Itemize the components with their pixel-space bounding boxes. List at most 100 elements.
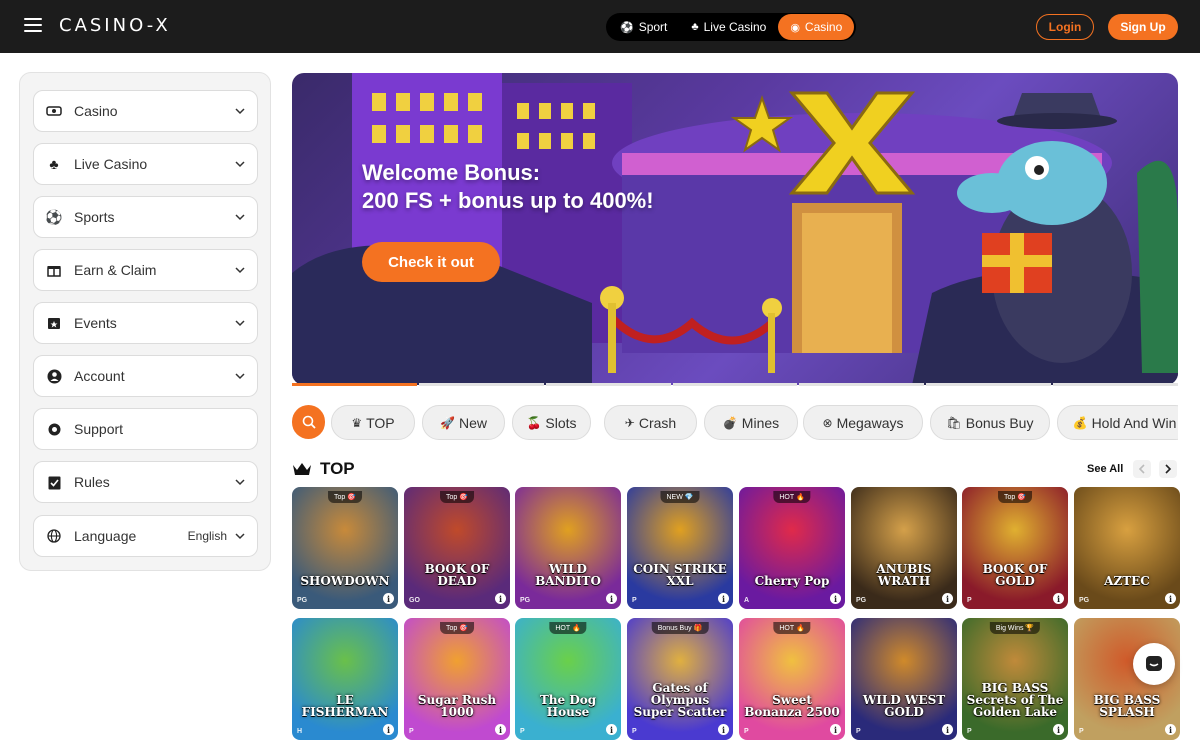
sidebar-item-account[interactable]: Account (33, 355, 258, 397)
menu-icon[interactable] (24, 18, 42, 33)
provider-logo: PG (520, 597, 531, 604)
slide-indicator[interactable] (545, 383, 671, 386)
promo-banner[interactable]: Welcome Bonus: 200 FS + bonus up to 400%… (292, 73, 1178, 385)
category-megaways[interactable]: ⊗ Megaways (803, 405, 923, 440)
support-icon (46, 421, 62, 437)
login-button[interactable]: Login (1036, 14, 1094, 40)
info-icon[interactable]: i (495, 593, 506, 604)
game-card[interactable]: LE FISHERMAN Hi (292, 618, 398, 740)
language-value: English (187, 529, 227, 543)
game-card[interactable]: AZTEC PG i (1074, 487, 1180, 609)
signup-button[interactable]: Sign Up (1108, 14, 1178, 40)
sidebar-item-live-casino[interactable]: ♣ Live Casino (33, 143, 258, 185)
game-title: BOOK OF GOLD (982, 562, 1048, 588)
info-icon[interactable]: i (383, 593, 394, 604)
slide-indicator[interactable] (1053, 383, 1179, 386)
category-hold-and-win[interactable]: 💰 Hold And Win (1057, 405, 1178, 440)
language-label: Language (74, 528, 137, 544)
game-card[interactable]: Top 🎯 Sugar Rush 1000 Pi (404, 618, 510, 740)
game-card[interactable]: HOT 🔥 Sweet Bonanza 2500 Pi (739, 618, 845, 740)
sidebar-item-earn-claim[interactable]: Earn & Claim (33, 249, 258, 291)
carousel-next-button[interactable] (1159, 460, 1177, 478)
info-icon[interactable]: i (830, 593, 841, 604)
category-label: Mines (741, 414, 780, 431)
sidebar-item-sports[interactable]: ⚽ Sports (33, 196, 258, 238)
game-card[interactable]: Bonus Buy 🎁 Gates of Olympus Super Scatte… (627, 618, 733, 740)
provider-logo: P (632, 728, 637, 735)
info-icon[interactable]: i (495, 724, 506, 735)
category-label: TOP (366, 414, 395, 431)
sidebar-item-events[interactable]: Events (33, 302, 258, 344)
logo[interactable]: CASINO-X (59, 15, 171, 36)
soccer-ball-icon: ⚽ (45, 208, 63, 225)
plane-icon: ✈ (624, 415, 635, 430)
provider-logo: GO (409, 597, 420, 604)
info-icon[interactable]: i (1053, 724, 1064, 735)
game-card[interactable]: HOT 🔥 Cherry Pop Ai (739, 487, 845, 609)
info-icon[interactable]: i (383, 724, 394, 735)
game-card[interactable]: WILD BANDITO PG i (515, 487, 621, 609)
slide-indicator[interactable] (926, 383, 1052, 386)
category-mines[interactable]: 💣 Mines (704, 405, 798, 440)
game-card[interactable]: WILD WEST GOLD Pi (851, 618, 957, 740)
slide-indicator[interactable] (418, 383, 544, 386)
game-badge: Big Wins 🏆 (989, 622, 1041, 634)
game-card[interactable]: Big Wins 🏆 BIG BASS Secrets of The Golden… (962, 618, 1068, 740)
sidebar-item-rules[interactable]: Rules (33, 461, 258, 503)
game-search-button[interactable] (292, 405, 325, 439)
info-icon[interactable]: i (830, 724, 841, 735)
mode-sport-button[interactable]: ⚽ Sport (608, 14, 679, 40)
game-title: COIN STRIKE XXL (633, 562, 727, 588)
info-icon[interactable]: i (606, 593, 617, 604)
provider-logo: P (967, 597, 972, 604)
see-all-link[interactable]: See All (1087, 463, 1123, 475)
category-crash[interactable]: ✈ Crash (604, 405, 697, 440)
provider-logo: PG (297, 597, 308, 604)
game-card[interactable]: Top 🎯 BOOK OF GOLD Pi (962, 487, 1068, 609)
mode-casino-button[interactable]: ◉ Casino (778, 14, 855, 40)
language-selector[interactable]: Language English (33, 515, 258, 557)
info-icon[interactable]: i (718, 724, 729, 735)
mode-label: Casino (804, 20, 843, 34)
game-card[interactable]: Top 🎯 BOOK OF DEAD GO i (404, 487, 510, 609)
slide-indicator[interactable] (292, 383, 417, 386)
game-badge: Top 🎯 (440, 622, 474, 634)
game-title: Cherry Pop (754, 574, 830, 588)
info-icon[interactable]: i (606, 724, 617, 735)
game-badge: Top 🎯 (328, 491, 362, 503)
sidebar-item-casino[interactable]: Casino (33, 90, 258, 132)
game-card[interactable]: ANUBIS WRATH PG i (851, 487, 957, 609)
chevron-down-icon (235, 108, 245, 115)
sidebar-item-support[interactable]: Support (33, 408, 258, 450)
check-it-out-button[interactable]: Check it out (362, 242, 500, 282)
rocket-icon: 🚀 (440, 415, 455, 430)
banner-title-line1: Welcome Bonus: (362, 160, 541, 185)
slide-indicator[interactable] (672, 383, 798, 386)
category-label: New (458, 414, 487, 431)
game-title: BIG BASS SPLASH (1093, 693, 1161, 719)
category-label: Bonus Buy (965, 414, 1034, 431)
info-icon[interactable]: i (1165, 593, 1176, 604)
chevron-down-icon (235, 320, 245, 327)
category-bonus-buy[interactable]: 🛍 Bonus Buy (930, 405, 1050, 440)
info-icon[interactable]: i (942, 724, 953, 735)
category-top[interactable]: ♛ TOP (331, 405, 415, 440)
info-icon[interactable]: i (942, 593, 953, 604)
info-icon[interactable]: i (718, 593, 729, 604)
live-chat-button[interactable] (1133, 643, 1175, 685)
category-slots[interactable]: 🍒 Slots (512, 405, 591, 440)
info-icon[interactable]: i (1053, 593, 1064, 604)
slide-indicator[interactable] (799, 383, 925, 386)
provider-logo: P (744, 728, 749, 735)
info-icon[interactable]: i (1165, 724, 1176, 735)
game-badge: NEW 💎 (660, 491, 700, 503)
category-new[interactable]: 🚀 New (422, 405, 505, 440)
game-badge: HOT 🔥 (773, 622, 811, 634)
game-title: BIG BASS Secrets of The Golden Lake (966, 681, 1064, 719)
mode-live-casino-button[interactable]: ♣ Live Casino (679, 14, 778, 40)
game-card[interactable]: Top 🎯 SHOWDOWN PG i (292, 487, 398, 609)
sidebar-item-label: Events (74, 315, 117, 331)
carousel-prev-button[interactable] (1133, 460, 1151, 478)
game-card[interactable]: HOT 🔥 The Dog House Pi (515, 618, 621, 740)
game-card[interactable]: NEW 💎 COIN STRIKE XXL Pi (627, 487, 733, 609)
